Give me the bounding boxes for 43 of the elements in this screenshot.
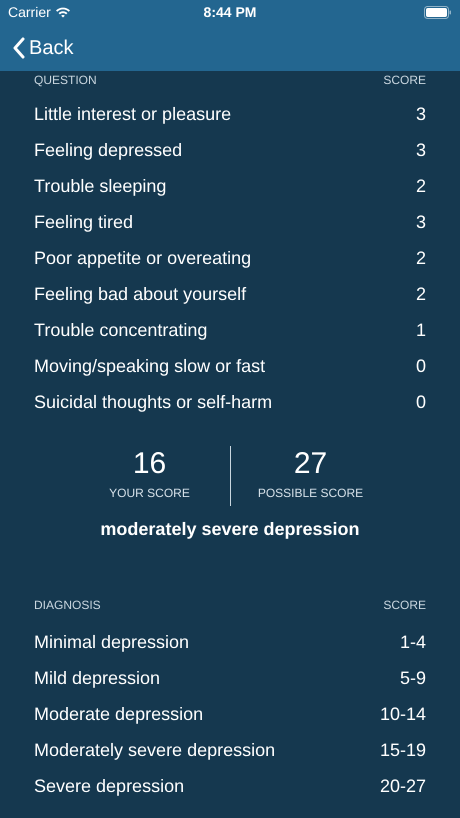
wifi-icon (54, 6, 71, 18)
question-score: 3 (416, 102, 426, 126)
diagnosis-range: 1-4 (400, 630, 426, 654)
question-label: Moving/speaking slow or fast (34, 354, 266, 378)
column-header: QUESTION (34, 72, 97, 89)
diagnosis-range: 15-19 (380, 738, 426, 762)
question-label: Suicidal thoughts or self-harm (34, 390, 272, 414)
question-score: 2 (416, 246, 426, 270)
diagnosis-range: 5-9 (400, 666, 426, 690)
diagnosis-label: Severe depression (34, 774, 184, 798)
your-score-value: 16 (132, 446, 166, 482)
question-score: 3 (416, 138, 426, 162)
column-header: SCORE (383, 72, 426, 89)
your-score-label: YOUR SCORE (109, 485, 190, 502)
status-time: 8:44 PM (204, 2, 256, 22)
diagnosis-range: 20-27 (380, 774, 426, 798)
question-label: Feeling tired (34, 210, 134, 234)
result-text: moderately severe depression (100, 518, 360, 541)
question-label: Feeling depressed (34, 138, 182, 162)
possible-score-value: 27 (294, 446, 328, 482)
question-score: 0 (416, 390, 426, 414)
question-score: 0 (416, 354, 426, 378)
question-label: Trouble sleeping (34, 174, 166, 198)
question-score: 3 (416, 210, 426, 234)
question-label: Feeling bad about yourself (34, 282, 246, 306)
question-score: 2 (416, 282, 426, 306)
diagnosis-label: Moderate depression (34, 702, 204, 726)
carrier-label: Carrier (8, 2, 51, 22)
question-label: Little interest or pleasure (34, 102, 232, 126)
diagnosis-label: Moderately severe depression (34, 738, 276, 762)
diagnosis-label: Minimal depression (34, 630, 190, 654)
back-button[interactable]: Back (12, 32, 74, 62)
question-score: 1 (416, 318, 426, 342)
diagnosis-label: Mild depression (34, 666, 160, 690)
column-header: DIAGNOSIS (34, 597, 101, 614)
question-label: Trouble concentrating (34, 318, 208, 342)
chevron-left-icon (12, 36, 25, 58)
question-label: Poor appetite or overeating (34, 246, 252, 270)
possible-score-label: POSSIBLE SCORE (258, 485, 364, 502)
column-header: SCORE (383, 597, 426, 614)
question-score: 2 (416, 174, 426, 198)
battery-icon (424, 6, 452, 18)
diagnosis-range: 10-14 (380, 702, 426, 726)
